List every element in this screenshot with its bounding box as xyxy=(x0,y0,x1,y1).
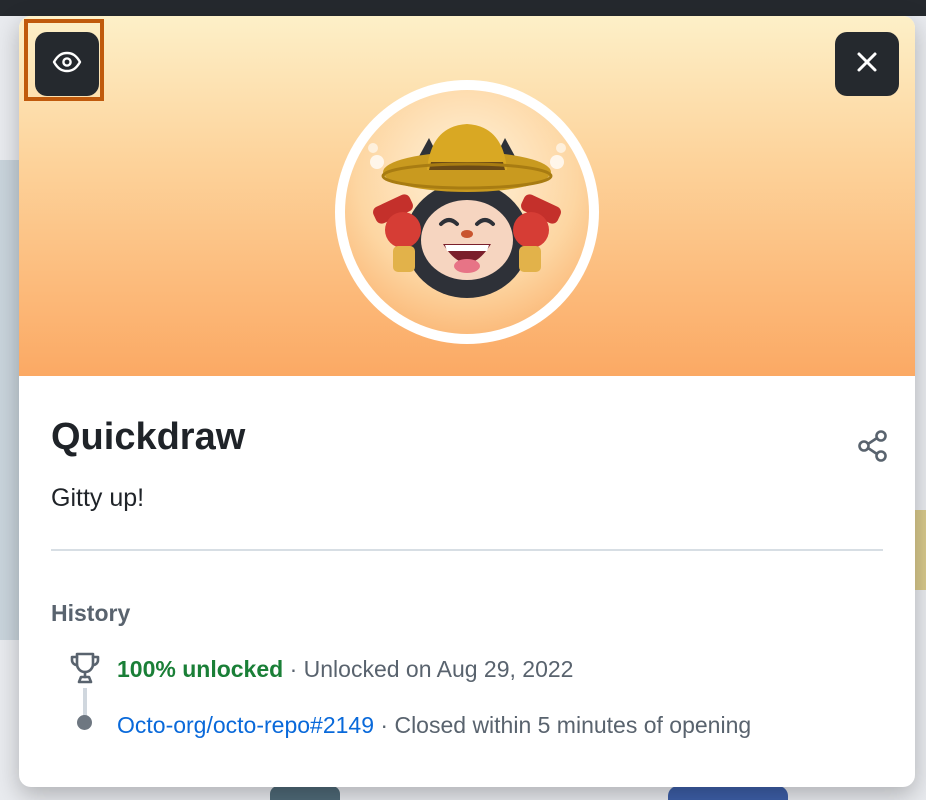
history-item-unlocked: 100% unlocked · Unlocked on Aug 29, 2022 xyxy=(117,656,573,683)
history-item-issue: Octo-org/octo-repo#2149 · Closed within … xyxy=(117,712,751,739)
background-badge xyxy=(270,786,340,800)
dot-icon xyxy=(77,715,92,730)
achievement-description: Gitty up! xyxy=(51,484,145,512)
unlock-date: Unlocked on Aug 29, 2022 xyxy=(303,656,574,682)
unlock-percentage: 100% unlocked xyxy=(117,656,284,682)
trophy-icon xyxy=(67,650,103,686)
background-page xyxy=(0,160,20,640)
achievement-hero xyxy=(19,16,915,376)
issue-detail: Closed within 5 minutes of opening xyxy=(394,712,752,738)
quickdraw-badge-image xyxy=(345,90,589,334)
achievement-badge xyxy=(335,80,599,344)
background-badge xyxy=(668,786,788,800)
separator: · xyxy=(283,656,304,682)
background-header xyxy=(0,0,926,16)
background-page-card xyxy=(915,510,926,590)
issue-link[interactable]: Octo-org/octo-repo#2149 xyxy=(117,712,374,738)
achievement-title: Quickdraw xyxy=(51,416,246,458)
separator: · xyxy=(374,712,395,738)
close-icon xyxy=(854,49,880,80)
share-icon xyxy=(855,430,891,468)
history-heading: History xyxy=(51,600,131,626)
achievement-content: Quickdraw Gitty up! History 100% unlocke… xyxy=(19,376,915,787)
close-button[interactable] xyxy=(835,32,899,96)
eye-icon xyxy=(51,46,83,83)
toggle-visibility-button[interactable] xyxy=(35,32,99,96)
share-button[interactable] xyxy=(855,428,891,464)
achievement-dialog: Quickdraw Gitty up! History 100% unlocke… xyxy=(19,16,915,787)
divider xyxy=(51,549,883,551)
